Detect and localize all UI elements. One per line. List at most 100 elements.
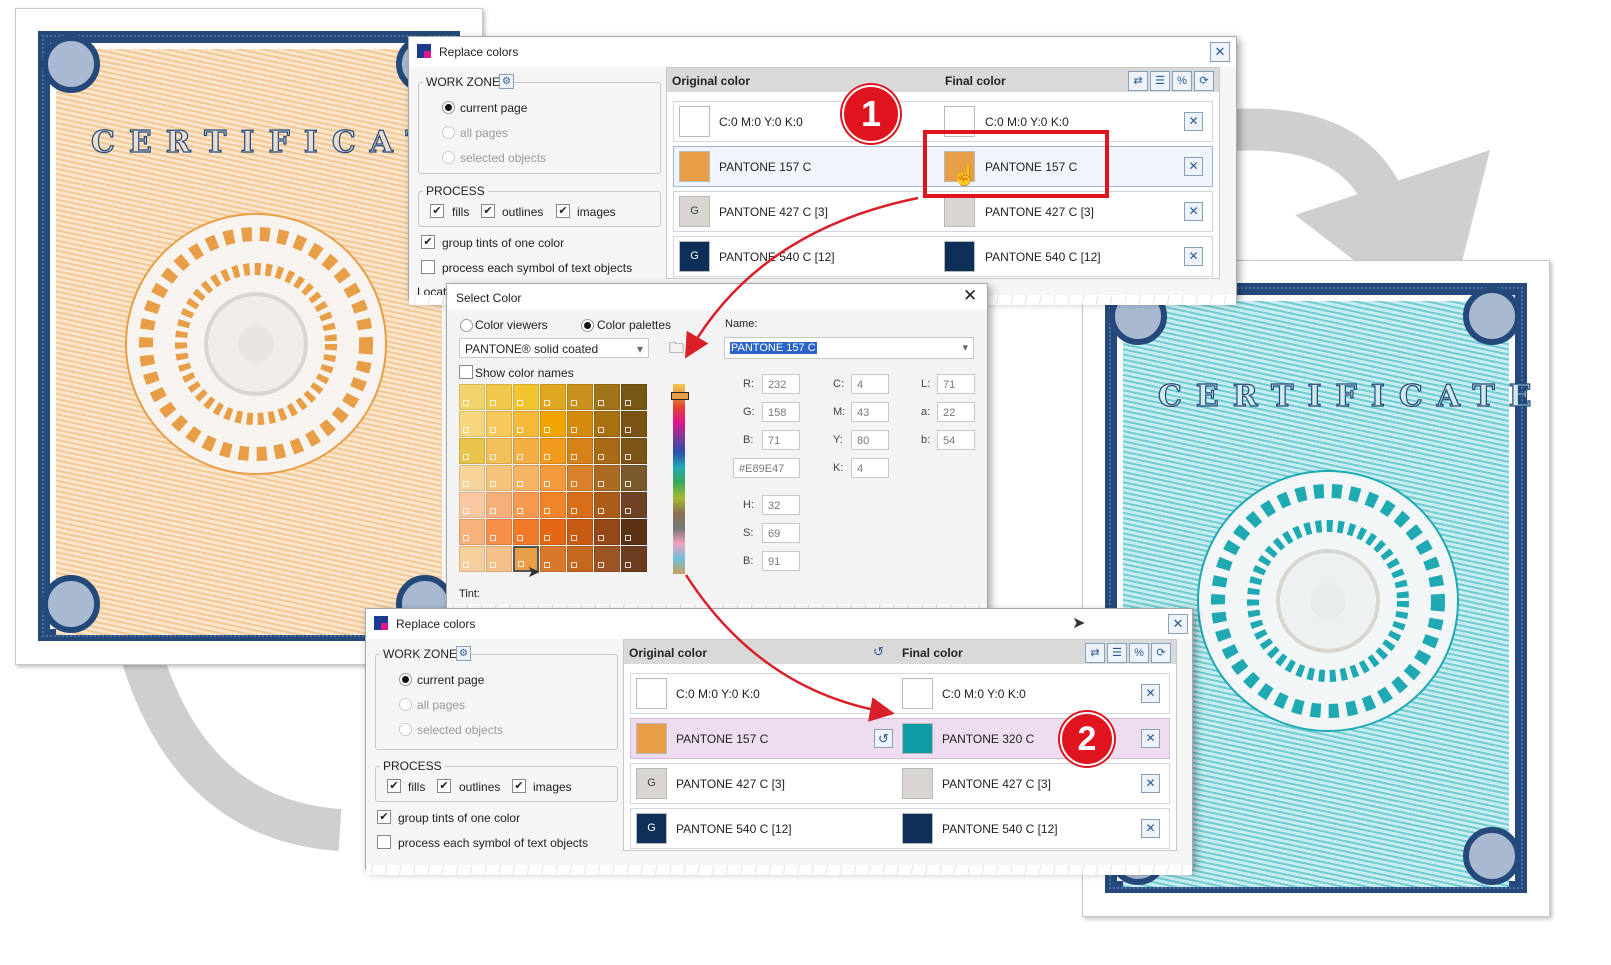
radio-selected-objects[interactable] [442,151,455,164]
outlines-label: outlines [502,205,544,219]
images-checkbox[interactable]: ✔ [556,204,570,218]
g-field[interactable]: 158 [762,402,800,422]
final-swatch[interactable] [902,768,933,799]
original-color-header: Original color [672,74,751,88]
close-button[interactable]: ✕ [1168,614,1188,634]
remove-row-button[interactable]: ✕ [1184,112,1203,131]
final-color-name: PANTONE 540 C [12] [985,250,1101,264]
settings-gear-icon[interactable]: ⚙ [456,646,471,661]
palette-name: PANTONE® solid coated [465,342,599,356]
m-field[interactable]: 43 [851,402,889,422]
process-symbols-checkbox[interactable] [377,835,391,849]
outlines-label: outlines [459,780,501,794]
b-field[interactable]: 71 [762,430,800,450]
final-swatch[interactable] [944,241,975,272]
refresh-icon[interactable]: ⟳ [1151,643,1171,663]
undo-icon[interactable]: ↺ [874,729,893,748]
group-tints-checkbox[interactable]: ✔ [421,235,435,249]
original-swatch[interactable]: G [636,768,667,799]
hex-field[interactable]: #E89E47 [733,458,800,478]
percent-icon[interactable]: % [1129,643,1149,663]
strip-slider-handle[interactable] [671,392,689,400]
outlines-checkbox[interactable]: ✔ [437,779,451,793]
final-color-header: Final color [945,74,1006,88]
original-color-name: PANTONE 540 C [12] [676,822,792,836]
swap-icon[interactable]: ⇄ [1128,71,1148,91]
y-field[interactable]: 80 [851,430,889,450]
r-field[interactable]: 232 [762,374,800,394]
original-swatch[interactable] [636,723,667,754]
g-label: G: [743,406,755,418]
images-checkbox[interactable]: ✔ [512,779,526,793]
undo-icon[interactable]: ↺ [870,643,887,660]
lab-l-field[interactable]: 71 [937,374,975,394]
k-field[interactable]: 4 [851,458,889,478]
radio-current-page[interactable] [399,673,412,686]
radio-all-pages[interactable] [442,126,455,139]
radio-color-viewers[interactable] [460,319,473,332]
b-label: B: [743,434,754,446]
s-field[interactable]: 69 [762,523,800,543]
final-swatch[interactable] [902,678,933,709]
radio-color-palettes[interactable] [581,319,594,332]
color-row[interactable]: G PANTONE 427 C [3] PANTONE 427 C [3] ✕ [630,763,1170,804]
remove-row-button[interactable]: ✕ [1141,774,1160,793]
final-swatch[interactable] [902,813,933,844]
color-row[interactable]: C:0 M:0 Y:0 K:0 C:0 M:0 Y:0 K:0 ✕ [630,673,1170,714]
c-label: C: [833,378,844,390]
remove-row-button[interactable]: ✕ [1141,819,1160,838]
lab-b-field[interactable]: 54 [937,430,975,450]
close-icon[interactable]: ✕ [963,286,977,306]
adjust-sliders-icon[interactable]: ☰ [1150,71,1170,91]
settings-gear-icon[interactable]: ⚙ [499,74,514,89]
group-tints-checkbox[interactable]: ✔ [377,810,391,824]
name-field[interactable]: PANTONE 157 C ▾ [724,337,974,359]
original-swatch[interactable] [679,151,710,182]
color-viewers-label: Color viewers [475,318,548,332]
lab-a-field[interactable]: 22 [937,402,975,422]
process-symbols-checkbox[interactable] [421,260,435,274]
final-swatch[interactable] [902,723,933,754]
arrow-cursor-icon: ➤ [527,564,541,581]
palette-dropdown[interactable]: PANTONE® solid coated ▾ [459,338,649,358]
name-value: PANTONE 157 C [730,342,817,354]
show-names-checkbox[interactable] [459,365,473,379]
original-color-name: PANTONE 157 C [676,732,769,746]
radio-current-page[interactable] [442,101,455,114]
h-field[interactable]: 32 [762,495,800,515]
color-row[interactable]: G PANTONE 540 C [12] PANTONE 540 C [12] … [673,236,1213,277]
palette-grid[interactable] [459,384,651,576]
remove-row-button[interactable]: ✕ [1184,157,1203,176]
refresh-icon[interactable]: ⟳ [1194,71,1214,91]
images-label: images [577,205,616,219]
fills-checkbox[interactable]: ✔ [430,204,444,218]
m-label: M: [833,406,846,418]
fills-checkbox[interactable]: ✔ [387,779,401,793]
original-swatch[interactable]: G [679,241,710,272]
radio-selected-objects[interactable] [399,723,412,736]
selected-objects-label: selected objects [460,151,547,165]
remove-row-button[interactable]: ✕ [1184,247,1203,266]
c-field[interactable]: 4 [851,374,889,394]
folder-icon[interactable]: 🗀 [669,338,684,363]
y-label: Y: [833,434,843,446]
remove-row-button[interactable]: ✕ [1141,684,1160,703]
original-swatch[interactable]: G [636,813,667,844]
step-badge-1: 1 [842,85,900,143]
adjust-sliders-icon[interactable]: ☰ [1107,643,1127,663]
final-swatch[interactable] [944,196,975,227]
color-row[interactable]: G PANTONE 540 C [12] PANTONE 540 C [12] … [630,808,1170,849]
percent-icon[interactable]: % [1172,71,1192,91]
radio-all-pages[interactable] [399,698,412,711]
original-swatch[interactable]: G [679,196,710,227]
selected-objects-label: selected objects [417,723,504,737]
hsb-b-field[interactable]: 91 [762,551,800,571]
original-swatch[interactable] [679,106,710,137]
remove-row-button[interactable]: ✕ [1184,202,1203,221]
palette-spectrum-strip[interactable] [673,384,685,574]
original-swatch[interactable] [636,678,667,709]
remove-row-button[interactable]: ✕ [1141,729,1160,748]
close-button[interactable]: ✕ [1210,42,1230,62]
swap-icon[interactable]: ⇄ [1085,643,1105,663]
outlines-checkbox[interactable]: ✔ [481,204,495,218]
